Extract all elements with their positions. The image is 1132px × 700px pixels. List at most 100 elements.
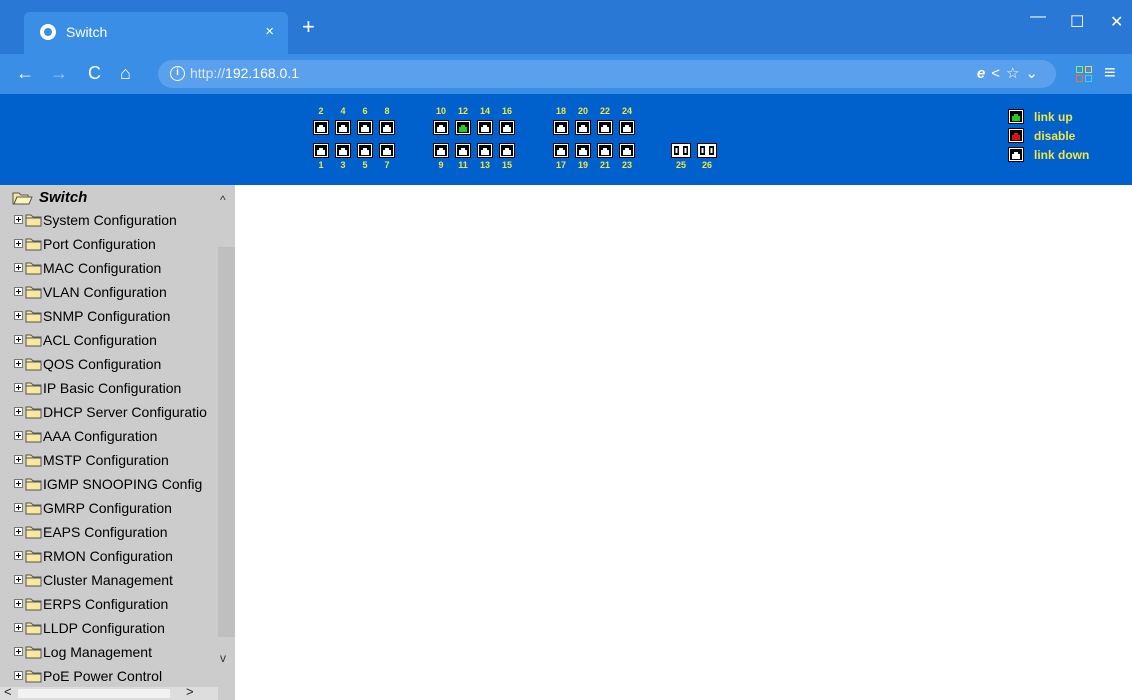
tree-item[interactable]: IP Basic Configuration <box>14 380 219 398</box>
forward-button[interactable]: → <box>50 63 68 83</box>
port-link-down-icon <box>1008 147 1024 162</box>
port-11[interactable] <box>455 143 471 158</box>
scroll-up-icon[interactable]: ^ <box>220 193 226 207</box>
port-6[interactable] <box>357 120 373 135</box>
home-button[interactable]: ⌂ <box>120 63 131 83</box>
expand-plus-icon[interactable] <box>14 575 23 584</box>
expand-plus-icon[interactable] <box>14 527 23 536</box>
scroll-right-icon[interactable]: > <box>186 684 194 699</box>
port-14[interactable] <box>477 120 493 135</box>
port-4[interactable] <box>335 120 351 135</box>
tab-close-icon[interactable]: × <box>265 23 274 40</box>
expand-plus-icon[interactable] <box>14 359 23 368</box>
tree-item[interactable]: Log Management <box>14 644 219 662</box>
scroll-down-icon[interactable]: v <box>220 651 226 665</box>
tree-item[interactable]: MSTP Configuration <box>14 452 219 470</box>
expand-plus-icon[interactable] <box>14 335 23 344</box>
info-icon[interactable]: i <box>170 66 185 81</box>
share-icon[interactable]: < <box>991 65 1006 82</box>
port-3[interactable] <box>335 143 351 158</box>
reload-button[interactable]: C <box>88 63 101 83</box>
expand-plus-icon[interactable] <box>14 479 23 488</box>
expand-plus-icon[interactable] <box>14 599 23 608</box>
expand-plus-icon[interactable] <box>14 239 23 248</box>
browser-tab[interactable]: Switch × <box>24 12 288 54</box>
port-24[interactable] <box>619 120 635 135</box>
expand-plus-icon[interactable] <box>14 623 23 632</box>
port-disable-icon <box>1008 128 1024 143</box>
fiber-port-25[interactable] <box>671 143 691 158</box>
expand-plus-icon[interactable] <box>14 671 23 680</box>
horizontal-scrollbar[interactable]: < > <box>0 684 218 700</box>
tree-item[interactable]: System Configuration <box>14 212 219 230</box>
minimize-button[interactable]: — <box>1030 8 1046 26</box>
new-tab-button[interactable]: + <box>302 16 315 38</box>
port-number-label: 7 <box>384 160 390 170</box>
folder-icon <box>25 237 42 256</box>
port-9[interactable] <box>433 143 449 158</box>
expand-plus-icon[interactable] <box>14 383 23 392</box>
port-18[interactable] <box>553 120 569 135</box>
expand-plus-icon[interactable] <box>14 503 23 512</box>
tree-item[interactable]: GMRP Configuration <box>14 500 219 518</box>
expand-plus-icon[interactable] <box>14 647 23 656</box>
address-bar[interactable]: i http://192.168.0.1 e<☆⌄ <box>158 60 1056 88</box>
tree-item[interactable]: IGMP SNOOPING Config <box>14 476 219 494</box>
ie-mode-icon[interactable]: e <box>977 65 991 82</box>
port-15[interactable] <box>499 143 515 158</box>
tree-item[interactable]: SNMP Configuration <box>14 308 219 326</box>
fiber-port-26[interactable] <box>697 143 717 158</box>
port-1[interactable] <box>313 143 329 158</box>
expand-plus-icon[interactable] <box>14 455 23 464</box>
chevron-down-icon[interactable]: ⌄ <box>1025 65 1044 82</box>
port-19[interactable] <box>575 143 591 158</box>
expand-plus-icon[interactable] <box>14 431 23 440</box>
port-22[interactable] <box>597 120 613 135</box>
port-2[interactable] <box>313 120 329 135</box>
expand-plus-icon[interactable] <box>14 263 23 272</box>
tree-item[interactable]: Cluster Management <box>14 572 219 590</box>
horizontal-scroll-thumb[interactable] <box>18 689 170 698</box>
close-window-button[interactable]: ✕ <box>1110 12 1123 32</box>
tree-item[interactable]: VLAN Configuration <box>14 284 219 302</box>
tree-item-label: IGMP SNOOPING Config <box>43 476 203 492</box>
tree-item[interactable]: AAA Configuration <box>14 428 219 446</box>
expand-plus-icon[interactable] <box>14 287 23 296</box>
expand-plus-icon[interactable] <box>14 311 23 320</box>
tree-root-label: Switch <box>39 189 88 206</box>
port-13[interactable] <box>477 143 493 158</box>
tree-item[interactable]: EAPS Configuration <box>14 524 219 542</box>
port-20[interactable] <box>575 120 591 135</box>
port-number-label: 15 <box>501 160 512 170</box>
port-7[interactable] <box>379 143 395 158</box>
port-23[interactable] <box>619 143 635 158</box>
port-8[interactable] <box>379 120 395 135</box>
tree-item[interactable]: DHCP Server Configuratio <box>14 404 219 422</box>
expand-plus-icon[interactable] <box>14 215 23 224</box>
menu-icon[interactable]: ≡ <box>1104 62 1116 85</box>
expand-plus-icon[interactable] <box>14 551 23 560</box>
star-icon[interactable]: ☆ <box>1006 65 1025 82</box>
port-21[interactable] <box>597 143 613 158</box>
tree-item[interactable]: LLDP Configuration <box>14 620 219 638</box>
tree-item[interactable]: ERPS Configuration <box>14 596 219 614</box>
tree-item[interactable]: Port Configuration <box>14 236 219 254</box>
tree-item[interactable]: ACL Configuration <box>14 332 219 350</box>
port-17[interactable] <box>553 143 569 158</box>
tree-item[interactable]: MAC Configuration <box>14 260 219 278</box>
tree-item[interactable]: QOS Configuration <box>14 356 219 374</box>
maximize-button[interactable]: ☐ <box>1070 12 1084 32</box>
vertical-scroll-thumb[interactable] <box>218 247 235 637</box>
expand-plus-icon[interactable] <box>14 407 23 416</box>
url-text[interactable]: http://192.168.0.1 <box>190 65 299 81</box>
tree-item[interactable]: RMON Configuration <box>14 548 219 566</box>
back-button[interactable]: ← <box>16 63 34 83</box>
tree-item-label: DHCP Server Configuratio <box>43 404 207 420</box>
scroll-left-icon[interactable]: < <box>4 684 12 699</box>
port-10[interactable] <box>433 120 449 135</box>
port-16[interactable] <box>499 120 515 135</box>
port-12[interactable] <box>455 120 471 135</box>
port-5[interactable] <box>357 143 373 158</box>
port-number-label: 16 <box>501 106 512 116</box>
extensions-icon[interactable] <box>1076 66 1092 82</box>
